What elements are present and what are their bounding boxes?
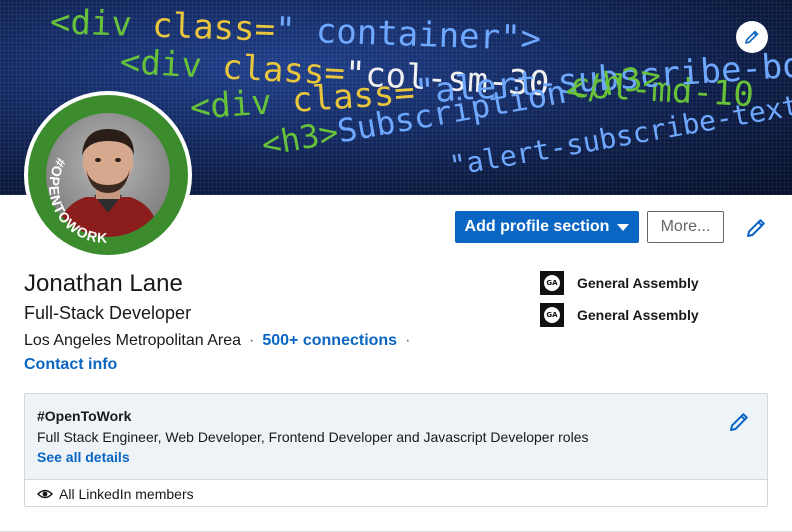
profile-name: Jonathan Lane [24, 270, 183, 297]
school-logo-text: GA [544, 275, 560, 291]
education-item[interactable]: GA General Assembly [540, 271, 699, 295]
connections-link[interactable]: 500+ connections [262, 332, 397, 349]
see-all-details-link[interactable]: See all details [37, 449, 130, 465]
banner-code-token: <div [188, 80, 294, 128]
caret-down-icon [617, 223, 630, 231]
open-to-work-visibility: All LinkedIn members [25, 479, 767, 506]
location-row: Los Angeles Metropolitan Area · 500+ conne… [24, 332, 418, 350]
avatar: #OPENTOWORK [28, 95, 188, 255]
pencil-icon [747, 219, 765, 237]
eye-icon [37, 489, 53, 499]
profile-photo[interactable]: #OPENTOWORK [24, 91, 192, 259]
school-logo-text: GA [544, 307, 560, 323]
banner-code-token: <div [118, 42, 224, 88]
edit-banner-button[interactable] [736, 21, 768, 53]
banner-code-token: <div [49, 2, 153, 46]
open-to-work-details: #OpenToWork Full Stack Engineer, Web Dev… [25, 394, 767, 479]
profile-location: Los Angeles Metropolitan Area [24, 332, 242, 349]
pencil-icon [730, 413, 748, 431]
profile-headline: Full-Stack Developer [24, 303, 192, 323]
open-to-work-roles: Full Stack Engineer, Web Developer, Fron… [37, 429, 589, 445]
open-to-work-frame: #OPENTOWORK [46, 155, 109, 246]
svg-text:#OPENTOWORK: #OPENTOWORK [46, 155, 109, 246]
profile-card: <div class=" container"> <div class="col-… [0, 0, 792, 532]
separator: · [405, 332, 411, 349]
add-profile-section-label: Add profile section [464, 218, 610, 235]
school-name: General Assembly [577, 307, 699, 323]
open-to-work-title: #OpenToWork [37, 408, 132, 424]
pencil-icon [745, 30, 759, 44]
school-logo: GA [540, 271, 564, 295]
open-to-work-badge: #OPENTOWORK [46, 155, 108, 246]
open-to-work-box: #OpenToWork Full Stack Engineer, Web Dev… [24, 393, 768, 507]
separator: · [249, 332, 255, 349]
more-button[interactable]: More... [647, 211, 724, 243]
education-item[interactable]: GA General Assembly [540, 303, 699, 327]
edit-open-to-work-button[interactable] [727, 410, 751, 434]
contact-info-link[interactable]: Contact info [24, 356, 117, 374]
visibility-label: All LinkedIn members [59, 486, 194, 502]
school-logo: GA [540, 303, 564, 327]
school-name: General Assembly [577, 275, 699, 291]
add-profile-section-button[interactable]: Add profile section [455, 211, 639, 243]
banner-code-token: class= [151, 5, 276, 50]
edit-intro-button[interactable] [742, 214, 770, 242]
